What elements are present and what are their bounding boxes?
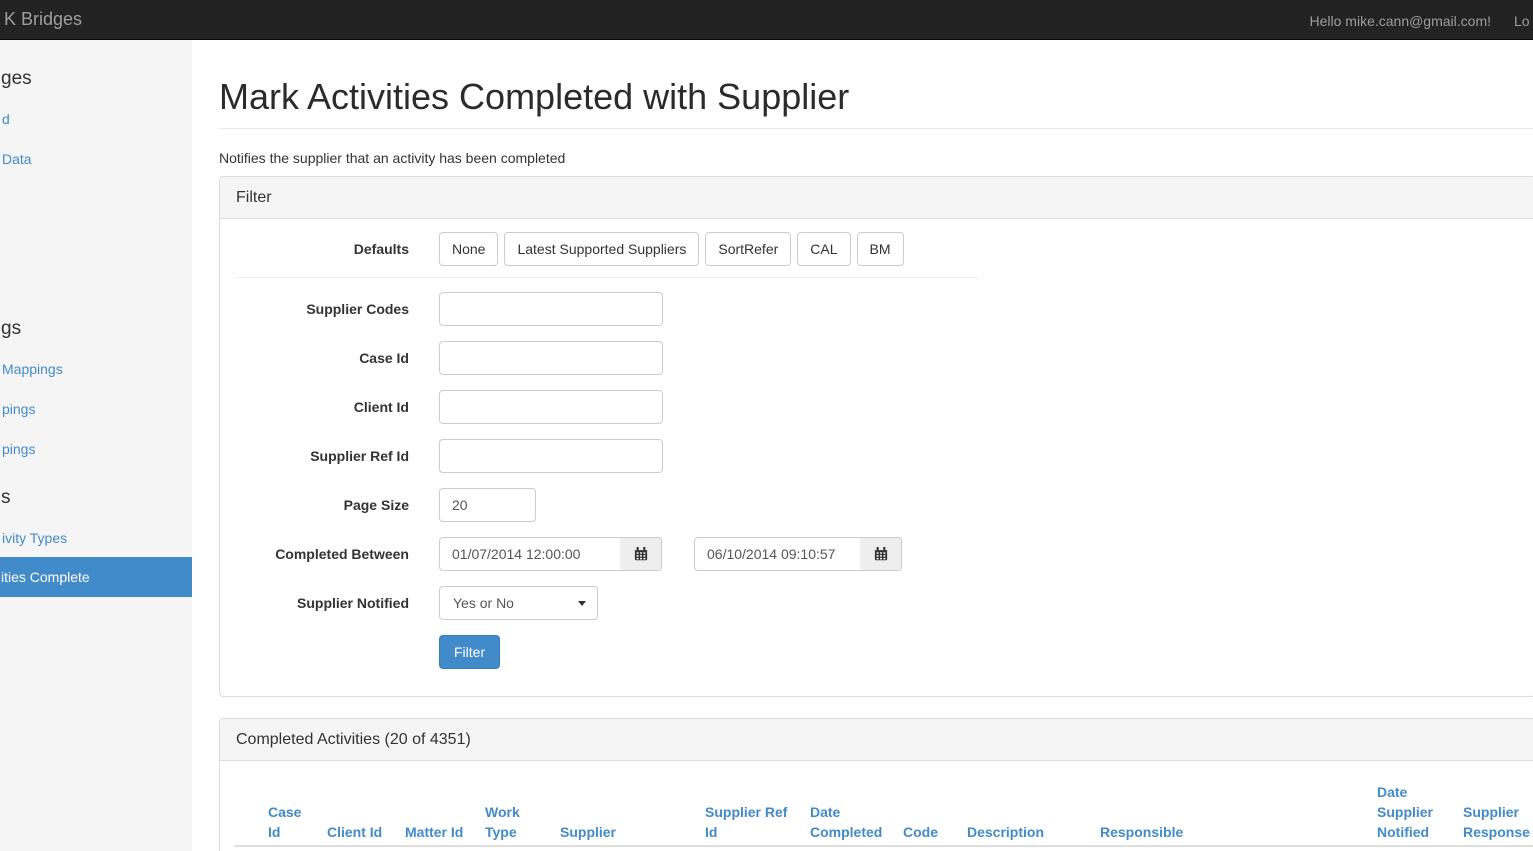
application-window: K Bridges Hello mike.cann@gmail.com! Lo … — [0, 0, 1533, 851]
chevron-down-icon — [578, 601, 586, 606]
defaults-label: Defaults — [353, 241, 409, 257]
supplier-codes-label: Supplier Codes — [306, 301, 409, 317]
sidebar-item-pings-2[interactable]: pings — [2, 441, 35, 457]
sidebar-item-activities-complete-active[interactable]: ities Complete — [0, 557, 192, 597]
completed-activities-panel-title: Completed Activities (20 of 4351) — [236, 731, 471, 748]
column-header-supplier-ref-id[interactable]: Supplier Ref Id — [705, 802, 793, 842]
sidebar-heading-gs: gs — [1, 318, 22, 339]
page-size-label: Page Size — [343, 497, 409, 513]
column-header-supplier-response[interactable]: Supplier Response — [1463, 802, 1533, 842]
supplier-notified-select[interactable]: Yes or No — [439, 586, 598, 620]
column-header-work-type[interactable]: Work Type — [485, 802, 531, 842]
supplier-notified-selected-value: Yes or No — [453, 595, 514, 611]
completed-between-label: Completed Between — [275, 546, 409, 562]
calendar-icon — [874, 547, 887, 561]
completed-to-input[interactable] — [694, 537, 861, 571]
sidebar-item-data[interactable]: Data — [2, 151, 32, 167]
page-subtitle: Notifies the supplier that an activity h… — [219, 150, 566, 166]
sidebar-heading-s: s — [1, 487, 11, 508]
column-header-date-supplier-notified[interactable]: Date Supplier Notified — [1377, 782, 1441, 842]
calendar-icon — [634, 547, 647, 561]
sidebar-item-activity-types[interactable]: ivity Types — [2, 530, 67, 546]
supplier-codes-input[interactable] — [439, 292, 663, 326]
filter-panel-title: Filter — [236, 189, 272, 206]
page-size-input[interactable] — [439, 488, 536, 522]
defaults-button-group: None Latest Supported Suppliers SortRefe… — [439, 232, 904, 266]
sidebar-active-label: ities Complete — [1, 569, 90, 585]
brand-link[interactable]: K Bridges — [4, 9, 82, 30]
completed-from-calendar-button[interactable] — [620, 537, 662, 571]
defaults-sortrefer-button[interactable]: SortRefer — [705, 232, 792, 266]
filter-submit-button[interactable]: Filter — [439, 635, 501, 669]
column-header-supplier[interactable]: Supplier — [560, 822, 616, 842]
sidebar-item-pings-1[interactable]: pings — [2, 401, 35, 417]
sidebar-item-mappings[interactable]: Mappings — [2, 361, 63, 377]
supplier-ref-id-input[interactable] — [439, 439, 663, 473]
supplier-ref-id-label: Supplier Ref Id — [310, 448, 409, 464]
column-header-code[interactable]: Code — [903, 822, 938, 842]
account-greeting-link[interactable]: Hello mike.cann@gmail.com! — [1310, 13, 1492, 29]
defaults-latest-supported-suppliers-button[interactable]: Latest Supported Suppliers — [504, 232, 700, 266]
page-title-divider — [219, 128, 1533, 129]
top-navbar: K Bridges Hello mike.cann@gmail.com! Lo — [0, 0, 1533, 40]
sidebar: ges d Data gs Mappings pings pings s ivi… — [0, 40, 192, 851]
defaults-bm-button[interactable]: BM — [856, 232, 904, 266]
column-header-matter-id[interactable]: Matter Id — [405, 822, 463, 842]
completed-from-input[interactable] — [439, 537, 621, 571]
column-header-case-id[interactable]: Case Id — [268, 802, 310, 842]
column-header-client-id[interactable]: Client Id — [327, 822, 382, 842]
client-id-input[interactable] — [439, 390, 663, 424]
client-id-label: Client Id — [353, 399, 409, 415]
column-header-responsible[interactable]: Responsible — [1100, 822, 1183, 842]
logoff-link[interactable]: Lo — [1514, 13, 1530, 29]
completed-activities-panel-header: Completed Activities (20 of 4351) — [220, 719, 1533, 761]
defaults-none-button[interactable]: None — [439, 232, 499, 266]
filter-panel-header: Filter — [220, 177, 1533, 219]
supplier-notified-label: Supplier Notified — [297, 595, 409, 611]
sidebar-heading-ges: ges — [1, 68, 32, 89]
defaults-cal-button[interactable]: CAL — [797, 232, 851, 266]
page-title: Mark Activities Completed with Supplier — [219, 76, 850, 117]
column-header-description[interactable]: Description — [967, 822, 1044, 842]
table-header-divider — [234, 845, 1533, 847]
case-id-label: Case Id — [359, 350, 409, 366]
sidebar-item-d[interactable]: d — [2, 111, 10, 127]
column-header-date-completed[interactable]: Date Completed — [810, 802, 892, 842]
completed-to-calendar-button[interactable] — [860, 537, 902, 571]
defaults-divider — [235, 277, 978, 278]
case-id-input[interactable] — [439, 341, 663, 375]
